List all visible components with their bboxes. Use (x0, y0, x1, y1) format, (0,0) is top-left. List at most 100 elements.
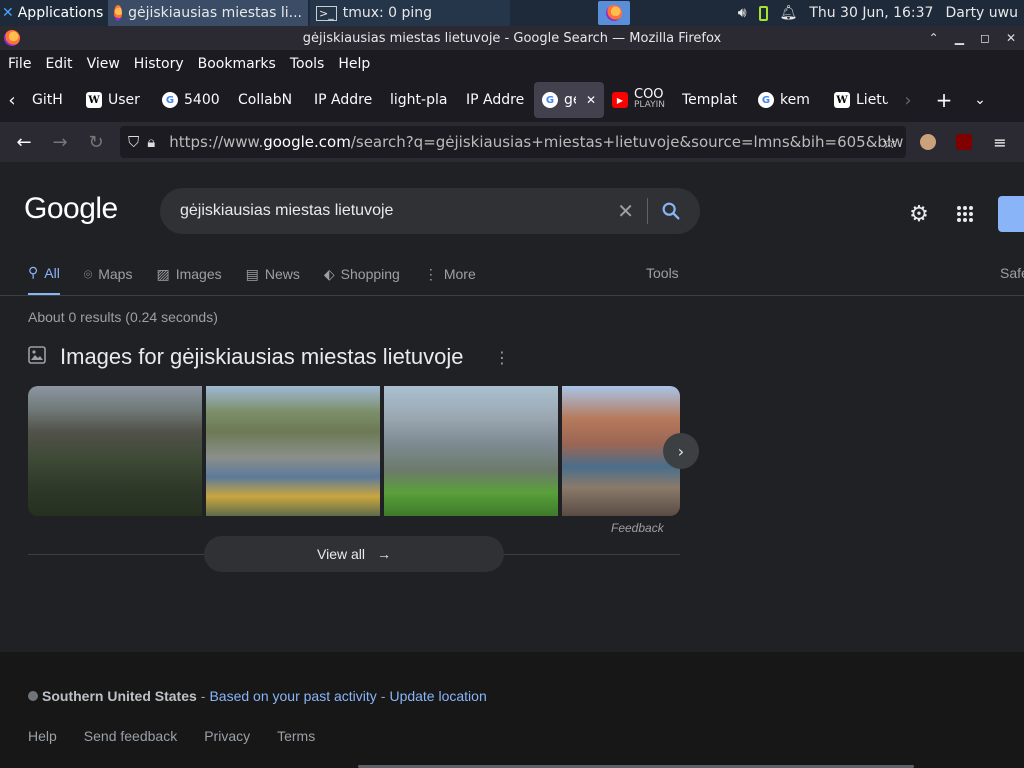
firefox-icon (606, 5, 622, 21)
tab-ip-address-2[interactable]: IP Addre (458, 82, 534, 118)
footer-send-feedback-link[interactable]: Send feedback (84, 728, 177, 744)
settings-gear-icon[interactable]: ⚙ (907, 202, 931, 227)
tab-label: IP Addre (466, 92, 525, 108)
taskbar-task-label: tmux: 0 ping (342, 5, 433, 21)
tab-label: Shopping (340, 266, 400, 282)
maximize-icon[interactable]: ◻ (980, 31, 990, 45)
notification-bell-icon[interactable]: 🔔︎ (780, 5, 798, 21)
url-text[interactable]: https://www.google.com/search?q=gėjiskia… (169, 133, 903, 151)
window-collapse-icon[interactable]: ⌃ (929, 31, 939, 45)
tab-google-5400[interactable]: G 5400 (154, 82, 230, 118)
image-section-icon (28, 346, 46, 368)
tabs-scroll-left-icon[interactable]: ‹ (0, 84, 24, 116)
clock[interactable]: Thu 30 Jun, 16:37 (809, 5, 933, 21)
extension-avatar-icon[interactable] (916, 130, 940, 154)
battery-icon[interactable] (758, 5, 768, 21)
menu-tools[interactable]: Tools (290, 56, 325, 72)
result-image-1[interactable] (28, 386, 202, 516)
google-apps-icon[interactable] (953, 202, 977, 226)
ublock-origin-icon[interactable] (952, 130, 976, 154)
firefox-icon (114, 5, 123, 21)
images-section-title[interactable]: Images for gėjiskiausias miestas lietuvo… (60, 344, 464, 370)
search-icon[interactable] (660, 200, 682, 227)
workspace-firefox-button[interactable] (598, 1, 630, 25)
search-input[interactable]: gėjiskiausias miestas lietuvoje ✕ (160, 188, 700, 234)
feedback-link[interactable]: Feedback (611, 521, 664, 535)
tab-label: CollabN (238, 92, 293, 108)
tabs-scroll-right-icon[interactable]: › (896, 84, 920, 116)
result-image-2[interactable] (206, 386, 380, 516)
tab-github[interactable]: GitH (24, 82, 78, 118)
taskbar-firefox-window[interactable]: gėjiskiausias miestas li... (108, 0, 308, 26)
tab-maps[interactable]: ⌾ Maps (84, 262, 133, 296)
minimize-icon[interactable]: ▁ (955, 31, 964, 45)
tracking-protection-shield-icon[interactable]: ⛉ (128, 133, 139, 151)
view-all-label: View all (317, 546, 365, 562)
tab-light-plain[interactable]: light-pla (382, 82, 458, 118)
applications-menu[interactable]: ✕ Applications (0, 0, 108, 26)
tab-shopping[interactable]: ⬖ Shopping (324, 262, 400, 296)
taskbar-task-label: gėjiskiausias miestas li... (128, 5, 302, 21)
menu-history[interactable]: History (134, 56, 184, 72)
taskbar-terminal-window[interactable]: >_ tmux: 0 ping (310, 0, 510, 26)
safesearch-button[interactable]: Safe (1000, 265, 1024, 281)
result-image-3[interactable] (384, 386, 558, 516)
search-query[interactable]: gėjiskiausias miestas lietuvoje (180, 202, 393, 220)
tab-label: gėj (564, 92, 576, 108)
tab-wikipedia-user[interactable]: W User (78, 82, 154, 118)
tab-ip-address-1[interactable]: IP Addre (306, 82, 382, 118)
more-vertical-icon: ⋮ (423, 265, 438, 282)
tab-label: IP Addre (314, 92, 373, 108)
new-tab-icon[interactable]: + (926, 84, 962, 116)
google-search-page: Google gėjiskiausias miestas lietuvoje ✕… (0, 162, 1024, 768)
google-logo[interactable]: Google (24, 192, 118, 226)
menu-help[interactable]: Help (338, 56, 370, 72)
footer-privacy-link[interactable]: Privacy (204, 728, 250, 744)
past-activity-link[interactable]: Based on your past activity (209, 688, 376, 704)
menu-bar: File Edit View History Bookmarks Tools H… (0, 50, 1024, 78)
url-bar[interactable]: ⛉ 🔒︎ https://www.google.com/search?q=gėj… (120, 126, 906, 158)
menu-bookmarks[interactable]: Bookmarks (198, 56, 276, 72)
tab-all[interactable]: ⚲ All (28, 262, 60, 296)
list-all-tabs-icon[interactable]: ⌄ (962, 84, 998, 116)
carousel-next-icon[interactable]: › (663, 433, 699, 469)
menu-file[interactable]: File (8, 56, 31, 72)
tab-youtube-playing[interactable]: ▶ COO PLAYIN (604, 82, 674, 118)
hamburger-menu-icon[interactable]: ≡ (988, 130, 1012, 154)
back-icon[interactable]: ← (6, 126, 42, 158)
tab-template[interactable]: Templat (674, 82, 750, 118)
menu-edit[interactable]: Edit (45, 56, 72, 72)
forward-icon[interactable]: → (42, 126, 78, 158)
footer-terms-link[interactable]: Terms (277, 728, 315, 744)
terminal-icon: >_ (316, 5, 337, 21)
footer-help-link[interactable]: Help (28, 728, 57, 744)
tools-button[interactable]: Tools (646, 265, 679, 281)
sign-in-button[interactable] (998, 196, 1024, 232)
clear-search-icon[interactable]: ✕ (617, 199, 634, 224)
tab-label: COO (634, 87, 664, 102)
google-icon: G (542, 92, 558, 108)
menu-view[interactable]: View (87, 56, 120, 72)
padlock-icon[interactable]: 🔒︎ (147, 133, 155, 151)
tab-images[interactable]: ▨ Images (156, 262, 221, 296)
tab-google-search-active[interactable]: G gėj ✕ (534, 82, 604, 118)
reload-icon[interactable]: ↻ (78, 126, 114, 158)
user-name[interactable]: Darty uwu (945, 5, 1018, 21)
tab-wikipedia-lietuva[interactable]: W Lietu (826, 82, 896, 118)
bookmark-star-icon[interactable]: ☆ (877, 130, 901, 154)
close-tab-icon[interactable]: ✕ (586, 93, 596, 107)
close-window-icon[interactable]: ✕ (1006, 31, 1016, 45)
url-host: google.com (263, 133, 351, 151)
separator: - (380, 688, 386, 704)
tab-news[interactable]: ▤ News (246, 262, 300, 296)
tab-label: All (44, 264, 60, 281)
tab-collabn[interactable]: CollabN (230, 82, 306, 118)
more-options-icon[interactable]: ⋮ (494, 348, 510, 367)
tab-google-kem[interactable]: G kem (750, 82, 826, 118)
update-location-link[interactable]: Update location (389, 688, 486, 704)
image-carousel (28, 386, 680, 516)
url-prefix: https://www. (169, 133, 264, 151)
view-all-button[interactable]: View all → (204, 536, 504, 572)
tab-more[interactable]: ⋮ More (424, 262, 476, 296)
volume-icon[interactable]: 🔊︎ (738, 5, 747, 21)
